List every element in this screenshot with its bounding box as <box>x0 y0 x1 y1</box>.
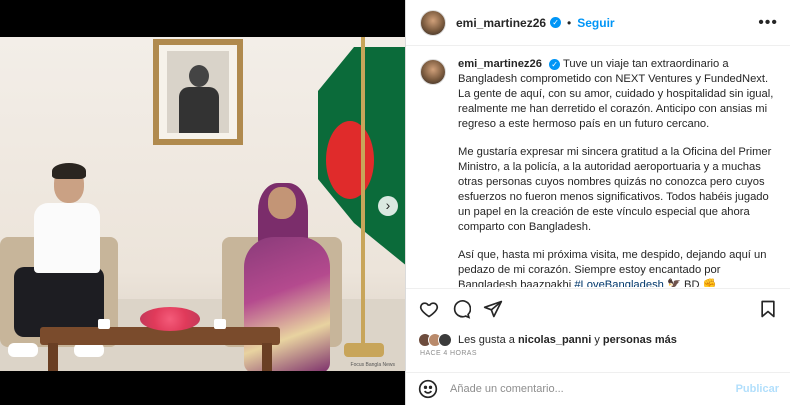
photo-flowers <box>140 307 200 331</box>
instagram-post-modal: Focus Bangla News › emi_martinez26 ✓ • S… <box>0 0 790 405</box>
photo-table-leg-right <box>262 343 272 371</box>
caption-username[interactable]: emi_martinez26 <box>458 58 542 70</box>
verified-badge-icon: ✓ <box>550 17 562 28</box>
more-options-icon[interactable]: ••• <box>758 14 778 32</box>
photo-portrait-body <box>179 87 219 133</box>
photo-cup <box>214 319 226 329</box>
post-photo[interactable]: Focus Bangla News <box>0 37 405 371</box>
post-side-panel: emi_martinez26 ✓ • Seguir ••• emi_martin… <box>405 0 790 405</box>
caption-paragraph-3: Así que, hasta mi próxima visita, me des… <box>458 248 777 287</box>
caption-text: emi_martinez26 ✓ Tuve un viaje tan extra… <box>458 57 777 287</box>
share-icon[interactable] <box>482 298 504 320</box>
photo-portrait-head <box>189 65 209 87</box>
hashtag-link[interactable]: #LoveBangladesh <box>574 279 664 287</box>
caption-paragraph-2: Me gustaría expresar mi sincera gratitud… <box>458 146 772 233</box>
post-timestamp[interactable]: HACE 4 HORAS <box>420 350 477 357</box>
follow-button[interactable]: Seguir <box>577 16 614 30</box>
author-username[interactable]: emi_martinez26 <box>456 16 546 30</box>
comment-input[interactable] <box>450 383 730 395</box>
liker-username[interactable]: nicolas_panni <box>518 334 591 346</box>
caption-paragraph-1: emi_martinez26 ✓ Tuve un viaje tan extra… <box>458 57 777 132</box>
heart-icon[interactable] <box>418 298 440 320</box>
caption-author-avatar[interactable] <box>420 59 446 85</box>
author-avatar[interactable] <box>420 9 446 36</box>
likes-summary: Les gusta a nicolas_panni y personas más <box>418 330 677 350</box>
publish-comment-button[interactable]: Publicar <box>736 383 779 395</box>
photo-flag-pole-base <box>344 343 384 357</box>
photo-credit: Focus Bangla News <box>350 362 395 368</box>
post-media: Focus Bangla News › <box>0 0 405 405</box>
photo-flag-pole <box>361 37 365 357</box>
photo-man-hair <box>52 163 86 179</box>
photo-portrait-frame <box>153 39 243 145</box>
caption-section: emi_martinez26 ✓ Tuve un viaje tan extra… <box>406 47 790 287</box>
photo-man-shirt <box>34 203 100 273</box>
caption-emoji-tail: 🦅 BD ✊ <box>663 279 717 287</box>
comment-bar: Publicar <box>406 372 790 405</box>
header-separator: • <box>567 15 572 30</box>
post-header: emi_martinez26 ✓ • Seguir ••• <box>406 0 790 46</box>
post-actions <box>406 288 790 328</box>
likes-prefix: Les gusta a <box>458 334 518 346</box>
photo-woman-sari <box>244 237 330 371</box>
next-image-button[interactable]: › <box>378 196 398 216</box>
photo-cup <box>98 319 110 329</box>
likes-text: Les gusta a nicolas_panni y personas más <box>458 334 677 346</box>
bookmark-icon[interactable] <box>757 298 779 320</box>
likes-others-link[interactable]: personas más <box>603 334 677 346</box>
likes-middle: y <box>591 334 603 346</box>
photo-table-leg-left <box>48 343 58 371</box>
photo-man-shoe-left <box>8 343 38 357</box>
liker-avatar[interactable] <box>438 333 452 347</box>
caption-verified-badge-icon: ✓ <box>549 59 561 70</box>
photo-portrait-inner <box>167 51 229 133</box>
photo-man-shoe-right <box>74 343 104 357</box>
emoji-icon[interactable] <box>418 379 438 399</box>
comment-icon[interactable] <box>450 298 472 320</box>
photo-woman-head <box>268 187 296 219</box>
